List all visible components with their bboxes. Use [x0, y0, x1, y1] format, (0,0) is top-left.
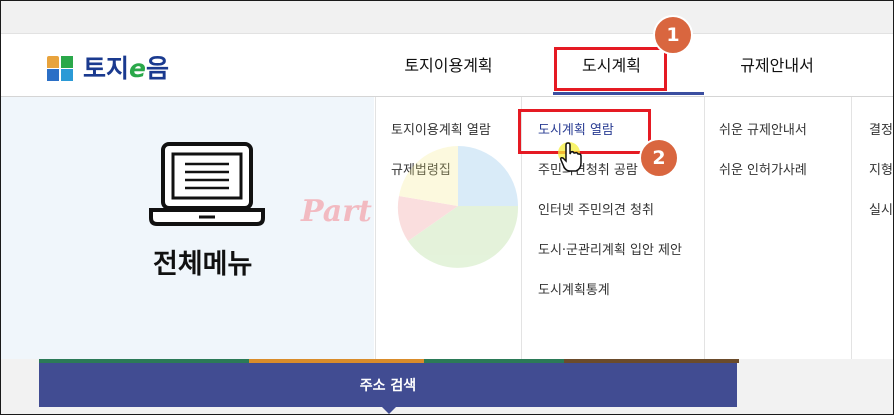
submenu-urban-plan-stats[interactable]: 도시계획통계: [538, 283, 682, 323]
address-search-button[interactable]: 주소 검색: [39, 363, 737, 414]
nav-regulation-guide[interactable]: 규제안내서: [713, 34, 841, 94]
nav-active-indicator: [553, 92, 704, 95]
logo-text-prefix: 토지: [83, 54, 130, 83]
submenu-column-regulation-guide: 쉬운 규제안내서 쉬운 인허가사례: [704, 97, 852, 359]
address-search-label: 주소 검색: [359, 378, 417, 394]
screenshot-frame: 토지e음 토지이용계획 도시계획 규제안내서 전체메뉴 토지이용계획 열람 규제…: [0, 0, 894, 415]
submenu-plan-proposal[interactable]: 도시·군관리계획 입안 제안: [538, 243, 682, 283]
logo-text: 토지e음: [83, 49, 169, 85]
logo-mark-icon: [45, 52, 75, 82]
site-header: 토지e음 토지이용계획 도시계획 규제안내서: [1, 34, 893, 95]
submenu-column-land-use: 토지이용계획 열람 규제법령집: [375, 97, 522, 359]
submenu-land-use-view[interactable]: 토지이용계획 열람: [391, 123, 491, 163]
highlight-box-submenu: [518, 109, 651, 154]
step-badge-2: 2: [639, 138, 679, 178]
submenu-online-hearing[interactable]: 인터넷 주민의견 청취: [538, 203, 682, 243]
submenu-easy-regulation-guide[interactable]: 쉬운 규제안내서: [719, 123, 807, 163]
submenu-more-1[interactable]: 결정: [869, 123, 893, 163]
logo-text-e: e: [129, 54, 146, 83]
submenu-list: 쉬운 규제안내서 쉬운 인허가사례: [719, 123, 807, 203]
all-menu-panel[interactable]: 전체메뉴: [1, 97, 374, 359]
site-logo[interactable]: 토지e음: [45, 49, 169, 85]
top-utility-bar: [1, 1, 893, 34]
submenu-easy-permit-cases[interactable]: 쉬운 인허가사례: [719, 163, 807, 203]
step-badge-1: 1: [653, 15, 693, 55]
submenu-column-more: 결정 지형 실시: [851, 97, 893, 359]
all-menu-title: 전체메뉴: [153, 249, 253, 280]
submenu-list: 결정 지형 실시: [869, 123, 893, 243]
hand-cursor-icon: [558, 142, 582, 172]
laptop-icon: [149, 142, 265, 226]
bottom-section: 주소 검색: [1, 359, 893, 414]
nav-land-use-plan[interactable]: 토지이용계획: [381, 34, 516, 94]
nav-more[interactable]: [885, 34, 893, 94]
logo-text-suffix: 음: [145, 54, 169, 83]
submenu-more-2[interactable]: 지형: [869, 163, 893, 203]
submenu-more-3[interactable]: 실시: [869, 203, 893, 243]
highlight-box-nav: [554, 47, 667, 91]
submenu-list: 토지이용계획 열람 규제법령집: [391, 123, 491, 203]
mega-menu: 전체메뉴 토지이용계획 열람 규제법령집 도시계획 열람 주민의견청취 공람 인…: [1, 96, 893, 360]
submenu-regulation-laws[interactable]: 규제법령집: [391, 163, 491, 203]
